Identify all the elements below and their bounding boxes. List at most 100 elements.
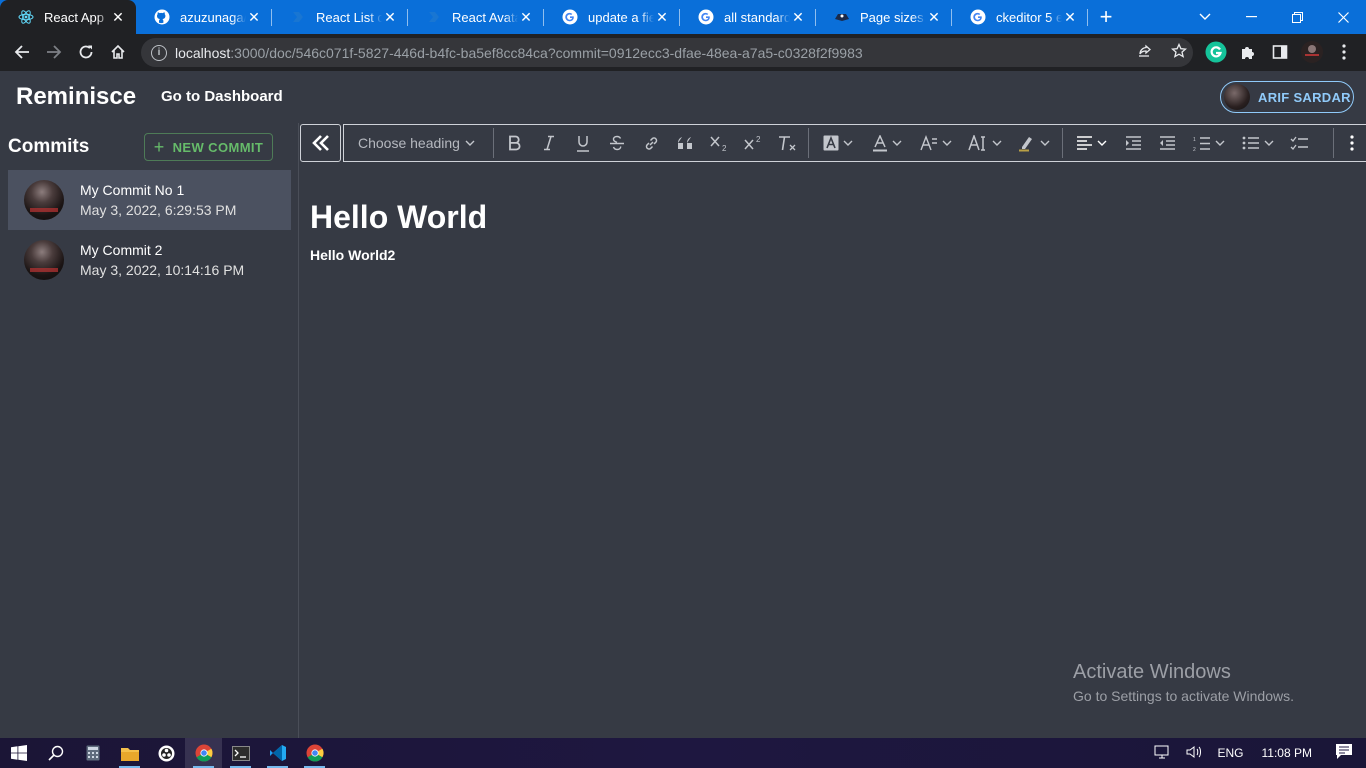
tab-react-list[interactable]: React List component ✕ (272, 0, 408, 34)
google-icon (970, 9, 986, 25)
todo-list-icon[interactable] (1282, 125, 1316, 161)
tab-standard-css[interactable]: all standard css ✕ (680, 0, 816, 34)
highlight-dropdown[interactable] (1009, 125, 1058, 161)
blockquote-icon[interactable] (668, 125, 702, 161)
heading-dropdown[interactable]: Choose heading (344, 125, 489, 161)
commit-avatar (24, 180, 64, 220)
tab-page-sizes[interactable]: Page sizes and ✕ (816, 0, 952, 34)
tab-react-avatar[interactable]: React Avatar component ✕ (408, 0, 544, 34)
tab-ckeditor[interactable]: ckeditor 5 editor ✕ (952, 0, 1088, 34)
windows-start-icon[interactable] (0, 738, 37, 768)
tab-react-app[interactable]: React App ✕ (0, 0, 136, 34)
text-alignment-dropdown[interactable] (1067, 125, 1116, 161)
obs-icon[interactable] (148, 738, 185, 768)
outdent-icon[interactable] (1150, 125, 1184, 161)
browser-tab-strip: React App ✕ azuzunaga/react ✕ React List… (0, 0, 1366, 34)
app-header: Reminisce Go to Dashboard ARIF SARDAR (0, 71, 1366, 123)
tab-update-field[interactable]: update a field ✕ (544, 0, 680, 34)
editor-toolbar: Choose heading 2 2 12 (343, 124, 1366, 162)
font-color-icon (872, 134, 887, 151)
plus-icon: + (153, 137, 165, 157)
strikethrough-icon[interactable] (600, 125, 634, 161)
home-icon[interactable] (102, 36, 134, 68)
content-paragraph: Hello World2 (310, 247, 396, 263)
font-family-dropdown[interactable] (911, 125, 960, 161)
tab-close-icon[interactable]: ✕ (246, 9, 262, 26)
font-size-dropdown[interactable] (960, 125, 1009, 161)
commit-name: My Commit No 1 (80, 182, 185, 198)
close-window-icon[interactable] (1320, 0, 1366, 34)
reload-icon[interactable] (70, 36, 102, 68)
tab-github[interactable]: azuzunaga/react ✕ (136, 0, 272, 34)
more-options-icon[interactable] (1338, 125, 1366, 161)
highlighter-icon (1018, 136, 1032, 151)
commit-item[interactable]: My Commit No 1 May 3, 2022, 6:29:53 PM (8, 170, 291, 230)
svg-text:1: 1 (1193, 137, 1196, 143)
link-icon[interactable] (634, 125, 668, 161)
vscode-icon[interactable] (259, 738, 296, 768)
tab-close-icon[interactable]: ✕ (926, 9, 942, 26)
chrome-secondary-icon[interactable] (296, 738, 333, 768)
terminal-icon[interactable] (222, 738, 259, 768)
svg-text:2: 2 (1193, 147, 1196, 151)
share-icon[interactable] (1137, 43, 1153, 62)
editor-content[interactable]: Hello World Hello World2 (300, 163, 1366, 738)
font-color-dropdown[interactable] (862, 125, 911, 161)
grammarly-icon[interactable] (1204, 40, 1228, 64)
tab-close-icon[interactable]: ✕ (1062, 9, 1078, 26)
tab-title: React List component (316, 9, 382, 25)
back-icon[interactable] (6, 36, 38, 68)
indent-icon[interactable] (1116, 125, 1150, 161)
bold-icon[interactable] (498, 125, 532, 161)
search-icon[interactable] (37, 738, 74, 768)
user-name: ARIF SARDAR (1258, 89, 1351, 105)
new-tab-button[interactable]: + (1088, 0, 1124, 34)
windows-taskbar: ENG 11:08 PM (0, 738, 1366, 768)
activate-windows-watermark: Activate Windows Go to Settings to activ… (1073, 661, 1294, 704)
italic-icon[interactable] (532, 125, 566, 161)
numbered-list-dropdown[interactable]: 12 (1184, 125, 1233, 161)
new-commit-button[interactable]: + NEW COMMIT (144, 133, 273, 161)
chrome-icon[interactable] (185, 738, 222, 768)
calculator-icon[interactable] (74, 738, 111, 768)
file-explorer-icon[interactable] (111, 738, 148, 768)
profile-avatar[interactable] (1300, 40, 1324, 64)
dashboard-link[interactable]: Go to Dashboard (161, 88, 283, 105)
font-background-icon (823, 135, 838, 151)
bulleted-list-dropdown[interactable] (1233, 125, 1282, 161)
tab-close-icon[interactable]: ✕ (518, 9, 534, 26)
clock-time[interactable]: 11:08 PM (1262, 746, 1312, 760)
tab-close-icon[interactable]: ✕ (382, 9, 398, 26)
commit-date: May 3, 2022, 10:14:16 PM (80, 262, 245, 278)
collapse-sidebar-button[interactable] (300, 124, 341, 162)
minimize-icon[interactable] (1228, 0, 1274, 34)
remove-format-icon[interactable] (770, 125, 804, 161)
extensions-puzzle-icon[interactable] (1236, 40, 1260, 64)
tab-close-icon[interactable]: ✕ (654, 9, 670, 26)
side-panel-icon[interactable] (1268, 40, 1292, 64)
tab-search-icon[interactable] (1182, 0, 1228, 34)
browser-toolbar: i localhost:3000/doc/546c071f-5827-446d-… (0, 34, 1366, 71)
user-menu-button[interactable]: ARIF SARDAR (1220, 81, 1354, 113)
site-info-icon[interactable]: i (151, 44, 167, 61)
bookmark-star-icon[interactable] (1170, 42, 1188, 62)
tab-close-icon[interactable]: ✕ (110, 9, 126, 26)
tab-title: ckeditor 5 editor (996, 9, 1062, 25)
notifications-icon[interactable] (1336, 744, 1352, 762)
underline-icon[interactable] (566, 125, 600, 161)
address-bar[interactable]: i localhost:3000/doc/546c071f-5827-446d-… (141, 38, 1193, 67)
commit-item[interactable]: My Commit 2 May 3, 2022, 10:14:16 PM (8, 230, 291, 290)
tab-close-icon[interactable]: ✕ (790, 9, 806, 26)
forward-icon[interactable] (38, 36, 70, 68)
volume-icon[interactable] (1186, 745, 1202, 762)
font-background-color-dropdown[interactable] (813, 125, 862, 161)
brand-logo-text[interactable]: Reminisce (16, 83, 136, 111)
subscript-icon[interactable]: 2 (702, 125, 736, 161)
commits-heading: Commits (8, 136, 90, 157)
superscript-icon[interactable]: 2 (736, 125, 770, 161)
toolbar-separator (493, 128, 494, 158)
restore-icon[interactable] (1274, 0, 1320, 34)
language-indicator[interactable]: ENG (1218, 746, 1244, 760)
browser-menu-icon[interactable] (1332, 40, 1356, 64)
network-icon[interactable] (1154, 745, 1170, 762)
